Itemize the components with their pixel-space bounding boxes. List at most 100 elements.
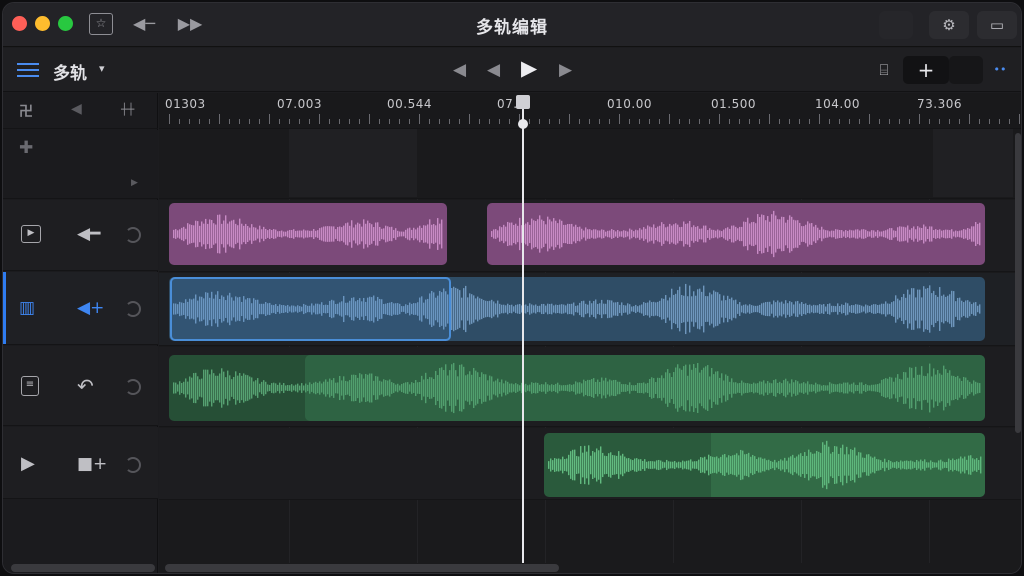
app-window: ☆ ◀─ ▶▶ 多轨编辑 ⚙ ▭ 多轨 ▾ ◀ ◀ ▶ ▶ ⌸ + •• 卍 ◀… — [2, 2, 1022, 574]
undo-icon[interactable]: ↶ — [77, 376, 94, 396]
record-status-icon[interactable] — [879, 11, 913, 39]
ruler-tick — [309, 119, 310, 124]
pan-knob-icon[interactable] — [125, 379, 141, 395]
columns-icon[interactable]: ▥ — [19, 298, 35, 318]
empty-region — [289, 129, 417, 197]
ruler-tick — [979, 119, 980, 124]
ruler-tick — [619, 114, 620, 124]
ruler-tick — [789, 119, 790, 124]
ruler-tick — [669, 114, 670, 124]
track-header-3[interactable]: ≡ ↶ — [3, 346, 158, 426]
more-options-button[interactable]: •• — [987, 56, 1013, 84]
ruler-tick — [919, 114, 920, 124]
ruler-tick — [289, 119, 290, 124]
ruler-tick — [209, 119, 210, 124]
track-column-header: 卍 ◀ ┼┼ — [3, 93, 158, 129]
playhead[interactable] — [522, 103, 524, 563]
add-track-icon[interactable]: ✚ — [19, 138, 33, 158]
rewind-icon[interactable]: ◀ — [487, 60, 500, 80]
add-camera-icon[interactable]: ■+ — [77, 454, 107, 474]
brain-icon[interactable]: ⚙ — [929, 11, 969, 39]
expand-icon[interactable]: ▶ — [131, 178, 138, 188]
ruler-tick — [969, 114, 970, 124]
forward-icon[interactable]: ▶ — [559, 60, 572, 80]
back-arrow-icon[interactable]: ◀━ — [77, 224, 100, 244]
ruler-tick — [759, 119, 760, 124]
track-header-2[interactable]: ▥ ◀+ — [3, 272, 158, 345]
ruler-tick — [339, 119, 340, 124]
mixer-icon[interactable]: ┼┼ — [121, 103, 134, 116]
ruler-tick — [509, 119, 510, 124]
sidebar-toggle-icon[interactable]: ▭ — [977, 11, 1017, 39]
track-settings-icon[interactable]: 卍 — [19, 101, 33, 121]
playhead-handle[interactable] — [516, 95, 530, 109]
ruler-label: 73.306 — [917, 97, 962, 111]
audio-clip-pink-2[interactable] — [487, 203, 985, 265]
ruler-tick — [1019, 114, 1020, 124]
play-icon[interactable]: ▶ — [521, 58, 537, 79]
clipboard-icon[interactable]: ≡ — [21, 376, 39, 396]
time-ruler[interactable]: 01303 07.003 00.544 07.0 010.00 01.500 1… — [159, 93, 1021, 129]
timeline-scrollbar[interactable] — [165, 564, 559, 572]
pan-knob-icon[interactable] — [125, 227, 141, 243]
ruler-tick — [809, 119, 810, 124]
ruler-tick — [189, 119, 190, 124]
ruler-tick — [599, 119, 600, 124]
track-list-icon[interactable] — [17, 62, 39, 78]
ruler-tick — [249, 119, 250, 124]
ruler-tick — [259, 119, 260, 124]
track-header-1[interactable]: ▶ ◀━ — [3, 200, 158, 271]
pan-knob-icon[interactable] — [125, 301, 141, 317]
track-header-4[interactable]: ▶ ■+ — [3, 427, 158, 499]
lane-empty — [159, 129, 1021, 199]
vertical-scrollbar[interactable] — [1015, 133, 1021, 433]
ruler-tick — [399, 119, 400, 124]
ruler-tick — [879, 119, 880, 124]
ruler-tick — [549, 119, 550, 124]
ruler-tick — [869, 114, 870, 124]
previous-marker-icon[interactable]: ◀ — [453, 60, 466, 80]
ruler-tick — [949, 119, 950, 124]
ruler-tick — [389, 119, 390, 124]
ruler-label: 07.003 — [277, 97, 322, 111]
title-bar: ☆ ◀─ ▶▶ 多轨编辑 ⚙ ▭ — [3, 3, 1021, 47]
empty-region — [933, 129, 1013, 197]
add-track-button[interactable]: + — [903, 56, 949, 84]
playhead-marker[interactable] — [518, 119, 528, 129]
clip-overlay[interactable] — [711, 433, 985, 497]
audio-clip-pink-1[interactable] — [169, 203, 447, 265]
ruler-tick — [739, 119, 740, 124]
ruler-label: 104.00 — [815, 97, 860, 111]
view-selector-label[interactable]: 多轨 — [53, 59, 87, 84]
ruler-tick — [479, 119, 480, 124]
play-in-box-icon[interactable]: ▶ — [21, 225, 41, 243]
ruler-tick — [499, 119, 500, 124]
ruler-tick — [609, 119, 610, 124]
waveform — [173, 214, 443, 254]
ruler-label: 010.00 — [607, 97, 652, 111]
ruler-tick — [489, 119, 490, 124]
ruler-tick — [579, 119, 580, 124]
ruler-tick — [539, 119, 540, 124]
ruler-tick — [569, 114, 570, 124]
clip-selection-box[interactable] — [170, 277, 451, 341]
ruler-tick — [449, 119, 450, 124]
ruler-tick — [359, 119, 360, 124]
timeline-area[interactable]: 01303 07.003 00.544 07.0 010.00 01.500 1… — [159, 93, 1021, 573]
ruler-tick — [829, 119, 830, 124]
clip-overlay[interactable] — [305, 355, 985, 421]
monitor-icon[interactable]: ⌸ — [869, 56, 899, 84]
track-header-column: 卍 ◀ ┼┼ ✚ ▶ ▶ ◀━ ▥ ◀+ ≡ ↶ ▶ ■+ — [3, 93, 158, 573]
ruler-tick — [1009, 119, 1010, 124]
ruler-tick — [819, 114, 820, 124]
ruler-tick — [719, 114, 720, 124]
header-scrollbar[interactable] — [11, 564, 155, 572]
ruler-tick — [939, 119, 940, 124]
speaker-icon[interactable]: ◀ — [71, 101, 82, 117]
chevron-down-icon[interactable]: ▾ — [99, 62, 105, 75]
pan-knob-icon[interactable] — [125, 457, 141, 473]
add-voice-icon[interactable]: ◀+ — [77, 298, 104, 318]
ruler-tick — [459, 119, 460, 124]
ruler-tick — [529, 119, 530, 124]
play-icon[interactable]: ▶ — [21, 454, 35, 474]
